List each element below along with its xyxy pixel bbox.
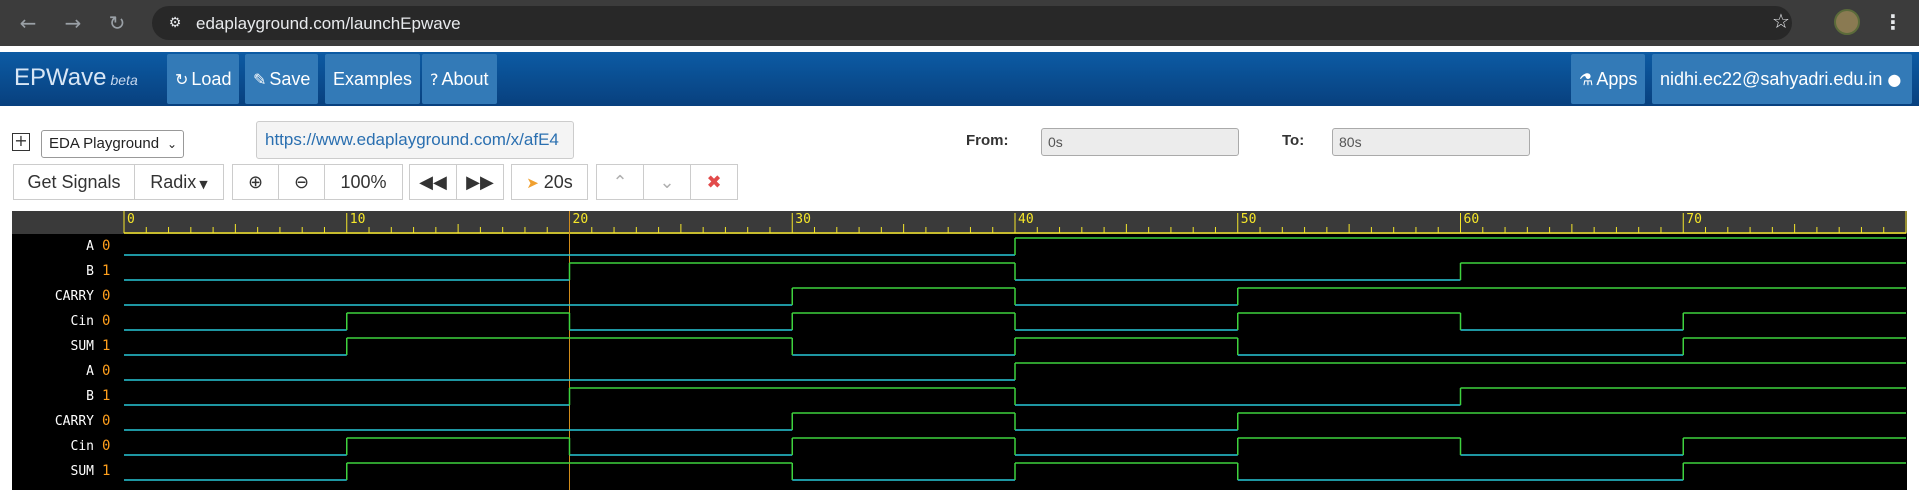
ruler-tick-label: 20	[573, 212, 589, 227]
app-navbar: EPWave beta ↻ Load ✎ Save Examples ? About ⚗…	[0, 52, 1919, 106]
refresh-icon: ↻	[175, 70, 189, 89]
browser-toolbar: ← → ↻ ⚙ edaplayground.com/launchEpwave ☆…	[0, 0, 1919, 46]
get-signals-button[interactable]: Get Signals	[13, 164, 135, 200]
ruler-tick-label: 40	[1018, 212, 1034, 227]
about-button[interactable]: ? About	[422, 54, 497, 104]
location-arrow-icon: ➤	[526, 174, 539, 192]
brand-logo[interactable]: EPWave beta	[14, 64, 138, 92]
to-input[interactable]: 80s	[1332, 128, 1530, 156]
address-bar[interactable]: ⚙ edaplayground.com/launchEpwave	[152, 6, 1792, 40]
user-email: nidhi.ec22@sahyadri.edu.in	[1660, 69, 1883, 89]
expand-icon[interactable]: +	[12, 133, 30, 151]
ruler-tick-label: 60	[1464, 212, 1480, 227]
from-input-value: 0s	[1048, 134, 1063, 150]
to-input-value: 80s	[1339, 134, 1362, 150]
site-settings-icon[interactable]: ⚙	[166, 14, 184, 32]
get-signals-label: Get Signals	[27, 172, 121, 192]
move-down-button[interactable]: ⌄	[643, 164, 691, 200]
url-path: /launchEpwave	[345, 14, 461, 33]
close-icon: ✖	[706, 172, 722, 193]
load-button[interactable]: ↻ Load	[167, 54, 240, 104]
waveform-canvas[interactable]: 0 10 20 30 40 50 60 70	[12, 211, 1907, 490]
to-label: To:	[1282, 132, 1305, 149]
apps-label: Apps	[1596, 69, 1638, 89]
user-menu-button[interactable]: nidhi.ec22@sahyadri.edu.in ●	[1652, 54, 1913, 104]
zoom-out-icon: ⊖	[293, 172, 310, 193]
waveform-viewer[interactable]: A 0 B 1 CARRY 0 Cin 0 SUM 1 A 0 B 1 CARRY 0 Cin 0 SUM 1 0 10…	[12, 211, 1907, 490]
chevron-down-icon: ⌄	[166, 137, 177, 151]
forward-arrow-icon[interactable]: →	[61, 11, 85, 35]
zoom-out-button[interactable]: ⊖	[278, 164, 325, 200]
brand-beta: beta	[110, 72, 138, 88]
url-host: edaplayground.com	[196, 14, 346, 33]
radix-button[interactable]: Radix ▼	[134, 164, 224, 200]
zoom-level-value: 100%	[340, 172, 387, 192]
step-back-button[interactable]: ◀◀	[409, 164, 457, 200]
from-input[interactable]: 0s	[1041, 128, 1239, 156]
reload-icon[interactable]: ↻	[105, 11, 129, 35]
ruler-tick-label: 70	[1686, 212, 1702, 227]
step-forward-button[interactable]: ▶▶	[456, 164, 504, 200]
zoom-in-icon: ⊕	[247, 172, 264, 193]
zoom-in-button[interactable]: ⊕	[232, 164, 279, 200]
share-url-field[interactable]: https://www.edaplayground.com/x/afE4	[256, 121, 574, 159]
examples-button[interactable]: Examples	[325, 54, 421, 104]
address-text[interactable]: edaplayground.com/launchEpwave	[196, 14, 461, 34]
brand-name: EPWave	[14, 64, 107, 91]
user-icon: ●	[1887, 70, 1902, 89]
chevron-down-icon: ⌄	[659, 172, 675, 193]
source-select[interactable]: EDA Playground ⌄	[41, 130, 184, 158]
forward-icon: ▶▶	[466, 172, 494, 193]
move-up-button[interactable]: ⌃	[596, 164, 644, 200]
bookmark-star-icon[interactable]: ☆	[1772, 9, 1790, 33]
remove-signal-button[interactable]: ✖	[690, 164, 738, 200]
caret-down-icon: ▼	[199, 178, 208, 191]
pencil-icon: ✎	[253, 70, 267, 89]
backward-icon: ◀◀	[419, 172, 447, 193]
step-size-value: 20s	[543, 172, 573, 192]
ruler-tick-label: 10	[350, 212, 366, 227]
ruler-tick-label: 0	[127, 212, 135, 227]
zoom-level[interactable]: 100%	[324, 164, 403, 200]
flask-icon: ⚗	[1579, 70, 1594, 89]
browser-menu-icon[interactable]: ⋮	[1883, 10, 1903, 34]
about-label: About	[441, 69, 489, 89]
save-label: Save	[269, 69, 311, 89]
question-circle-icon: ?	[430, 70, 439, 89]
back-arrow-icon[interactable]: ←	[16, 11, 40, 35]
examples-label: Examples	[333, 69, 413, 89]
load-label: Load	[191, 69, 232, 89]
apps-button[interactable]: ⚗ Apps	[1571, 54, 1646, 104]
radix-label: Radix	[150, 172, 197, 192]
profile-avatar[interactable]	[1834, 9, 1860, 35]
from-label: From:	[966, 132, 1009, 149]
ruler-tick-label: 50	[1241, 212, 1257, 227]
source-select-value: EDA Playground	[49, 135, 160, 152]
save-button[interactable]: ✎ Save	[245, 54, 319, 104]
chevron-up-icon: ⌃	[612, 172, 628, 193]
step-size-button[interactable]: ➤ 20s	[511, 164, 588, 200]
share-url-text: https://www.edaplayground.com/x/afE4	[265, 130, 559, 149]
ruler-tick-label: 30	[795, 212, 811, 227]
